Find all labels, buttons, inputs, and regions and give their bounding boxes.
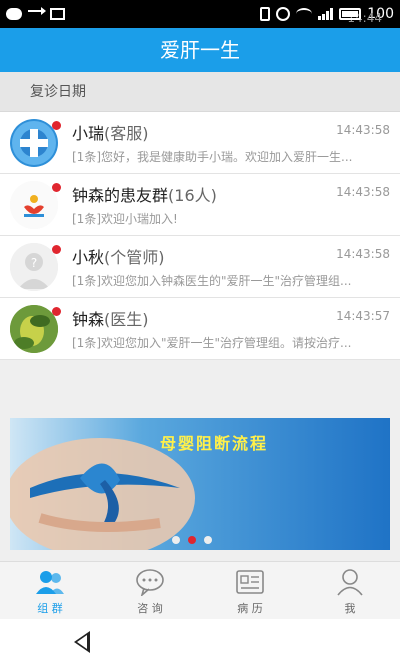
app-title: 爱肝一生 <box>0 28 400 72</box>
avatar: ? <box>10 243 58 291</box>
chat-role: (个管师) <box>104 248 165 267</box>
chat-preview: [1条]您好，我是健康助手小瑞。欢迎加入爱肝一生... <box>72 150 353 164</box>
battery-icon <box>339 8 362 20</box>
pager-dot-active[interactable] <box>188 536 196 544</box>
banner-title: 母婴阻断流程 <box>160 434 269 453</box>
status-bar: 14:44 100 <box>0 0 400 28</box>
vibrate-icon <box>260 7 271 21</box>
chat-time: 14:43:57 <box>336 309 390 323</box>
chat-role: (客服) <box>104 124 149 143</box>
doctor-photo-icon <box>10 305 58 353</box>
chat-bubble-icon <box>136 569 164 596</box>
unread-badge <box>52 183 61 192</box>
unread-badge <box>52 307 61 316</box>
chat-role: (医生) <box>104 310 149 329</box>
chat-row-xiaorui[interactable]: 小瑞(客服) 14:43:58 [1条]您好，我是健康助手小瑞。欢迎加入爱肝一生… <box>0 112 400 174</box>
chat-list: 小瑞(客服) 14:43:58 [1条]您好，我是健康助手小瑞。欢迎加入爱肝一生… <box>0 112 400 360</box>
chat-name: 钟森 <box>72 310 105 329</box>
tab-groups[interactable]: 组 群 <box>0 562 100 619</box>
wifi-icon <box>296 8 313 20</box>
section-header[interactable]: 复诊日期 <box>0 72 400 112</box>
back-icon[interactable] <box>74 631 90 653</box>
chat-row-zhongsen[interactable]: 钟森(医生) 14:43:57 [1条]欢迎您加入"爱肝一生"治疗管理组。请按治… <box>0 298 400 360</box>
avatar <box>10 181 58 229</box>
tab-label: 咨 询 <box>137 602 163 615</box>
medical-cross-icon <box>12 121 56 165</box>
tab-label: 我 <box>344 602 356 615</box>
pager-dot[interactable] <box>172 536 180 544</box>
message-notification-icon <box>6 8 22 20</box>
alarm-icon <box>276 7 291 21</box>
tab-me[interactable]: 我 <box>300 562 400 619</box>
tab-label: 病 历 <box>237 602 263 615</box>
avatar <box>10 305 58 353</box>
promo-banner[interactable]: 母婴阻断流程 <box>10 418 390 550</box>
bottom-nav: 组 群 咨 询 病 历 我 <box>0 561 400 619</box>
unread-badge <box>52 121 61 130</box>
system-nav-bar <box>0 619 400 666</box>
tab-label: 组 群 <box>37 602 63 615</box>
chat-time: 14:43:58 <box>336 123 390 137</box>
chat-role: (16人) <box>168 186 217 205</box>
usb-icon <box>28 7 46 22</box>
chat-preview: [1条]欢迎小瑞加入! <box>72 212 178 226</box>
chat-row-patient-group[interactable]: 钟森的患友群(16人) 14:43:58 [1条]欢迎小瑞加入! <box>0 174 400 236</box>
chat-preview: [1条]欢迎您加入钟森医生的"爱肝一生"治疗管理组... <box>72 274 352 288</box>
chat-name: 小秋 <box>72 248 105 267</box>
chat-time: 14:43:58 <box>336 247 390 261</box>
profile-icon <box>337 569 363 596</box>
chat-row-xiaoqiu[interactable]: ? 小秋(个管师) 14:43:58 [1条]欢迎您加入钟森医生的"爱肝一生"治… <box>0 236 400 298</box>
svg-text:?: ? <box>31 256 37 270</box>
group-logo-icon <box>10 181 58 229</box>
default-user-icon: ? <box>10 243 58 291</box>
unread-badge <box>52 245 61 254</box>
chat-time: 14:43:58 <box>336 185 390 199</box>
tab-records[interactable]: 病 历 <box>200 562 300 619</box>
group-icon <box>36 571 64 594</box>
chat-name: 小瑞 <box>72 124 105 143</box>
avatar <box>10 119 58 167</box>
banner-pager <box>172 536 212 544</box>
image-notification-icon <box>50 8 65 20</box>
tab-consult[interactable]: 咨 询 <box>100 562 200 619</box>
medical-record-icon <box>236 570 264 594</box>
chat-name: 钟森的患友群 <box>72 186 169 205</box>
chat-preview: [1条]欢迎您加入"爱肝一生"治疗管理组。请按治疗... <box>72 336 352 350</box>
signal-icon <box>318 8 334 20</box>
pager-dot[interactable] <box>204 536 212 544</box>
